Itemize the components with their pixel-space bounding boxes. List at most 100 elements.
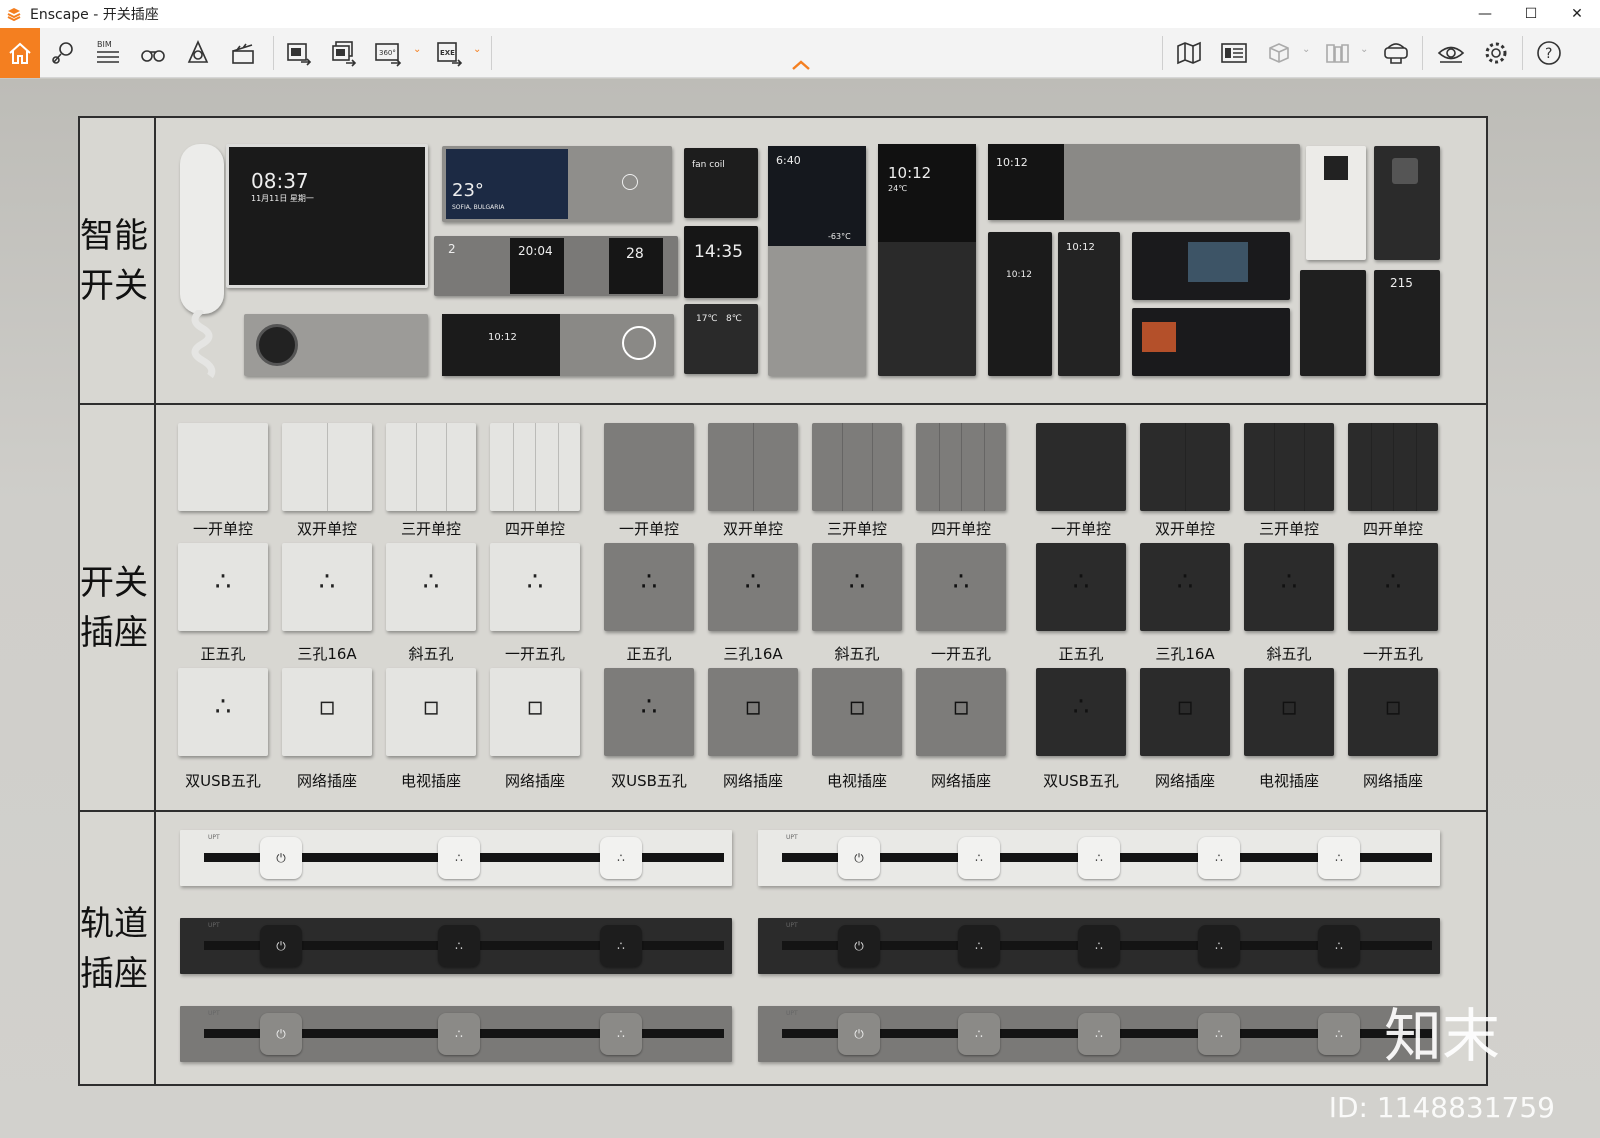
socket-panel: ∴ [1244,543,1334,631]
track-rail: UPT ⏻ ∴ ∴ ∴ ∴ [758,1006,1440,1062]
product-label: 电视插座 [400,772,461,790]
product-label: 网络插座 [930,772,991,790]
product-label: 正五孔 [626,645,672,663]
product-label: 斜五孔 [1266,645,1312,663]
outlet-module: ∴ [1198,837,1240,879]
product-label: 三孔16A [297,645,357,663]
socket-panel: ▫ [812,668,902,756]
night-display-panel: 6:40 -63°C [768,146,866,376]
socket-panel: ∴ [490,543,580,631]
smart-switch-knob-panel [244,314,428,376]
batch-render-button[interactable] [324,34,362,72]
coiled-cord-icon [191,310,216,379]
power-button-module: ⏻ [260,1013,302,1055]
temp-panel: 17℃ 8℃ [684,304,758,374]
outlet-holes-icon: ∴ [214,692,232,722]
location-button[interactable] [44,34,82,72]
svg-text:?: ? [1545,46,1552,62]
maximize-button[interactable]: ☐ [1508,0,1554,28]
minimize-button[interactable]: — [1462,0,1508,28]
tall-display-panel-2: 10:12 [1058,232,1120,376]
outlet-module: ∴ [1198,925,1240,967]
outlet-holes-icon: ∴ [526,567,544,597]
outlet-holes-icon: ▫ [952,692,970,722]
cube-dropdown-chevron-icon[interactable]: ⌄ [1302,44,1314,58]
clock-ring-time: 10:12 [488,332,517,343]
location-pin-icon [52,42,73,64]
home-button[interactable] [0,28,40,78]
outlet-holes-icon: ∴ [640,567,658,597]
intercom-date: 11月11日 星期一 [251,194,314,203]
outlet-holes-icon: ∴ [744,567,762,597]
help-button[interactable]: ? [1530,34,1568,72]
settings-button[interactable] [1477,34,1515,72]
track-rail: UPT ⏻ ∴ ∴ [180,830,732,886]
panorama-button[interactable]: 360° [369,34,407,72]
book-dropdown-chevron-icon[interactable]: ⌄ [1360,44,1372,58]
screenshot-button[interactable] [279,34,317,72]
switch-panel [1140,423,1230,511]
asset-library-icon [1221,43,1247,63]
collapse-toolbar-chevron-icon[interactable] [789,58,813,72]
bim-icon: BIM [97,40,119,63]
weather-temp: 23° [452,180,484,201]
outlet-module: ∴ [600,925,642,967]
rail-tag: UPT [786,834,798,841]
render-viewport[interactable]: 智能开关 开关插座 轨道插座 08:37 11月11日 星期一 23° SOFI… [0,79,1600,1138]
switch-panel [708,423,798,511]
audio-button[interactable] [179,34,217,72]
home-icon [9,42,31,64]
product-label: 正五孔 [1058,645,1104,663]
keypad-display-panel: 215 [1374,270,1440,376]
fan-coil-panel: fan coil [684,148,758,218]
outlet-holes-icon: ∴ [214,567,232,597]
rail-tag: UPT [208,922,220,929]
book-button[interactable] [1318,34,1356,72]
outlet-holes-icon: ∴ [848,567,866,597]
outlet-holes-icon: ∴ [1280,567,1298,597]
product-label: 网络插座 [504,772,565,790]
weather-city: SOFIA, BULGARIA [452,204,505,211]
outlet-holes-icon: ∴ [1384,567,1402,597]
asset-library-button[interactable] [1215,34,1253,72]
product-label: 网络插座 [296,772,357,790]
window-controls: — ☐ ✕ [1462,0,1600,28]
exe-dropdown-chevron-icon[interactable]: ⌄ [473,44,485,58]
switch-panel [812,423,902,511]
outlet-module: ∴ [600,837,642,879]
outlet-module: ∴ [438,837,480,879]
panorama-dropdown-chevron-icon[interactable]: ⌄ [413,44,425,58]
cube-button[interactable] [1260,34,1298,72]
socket-panel: ∴ [1036,543,1126,631]
book-icon [1326,44,1349,63]
exe-export-button[interactable]: EXE [430,34,468,72]
board-divider [80,810,1486,812]
svg-text:EXE: EXE [440,49,455,57]
headset-button[interactable] [1377,34,1415,72]
switch-panel [282,423,372,511]
toolbar-separator [1522,36,1523,70]
switch-panel [386,423,476,511]
batch-export-icon [332,41,357,67]
board-divider [154,118,156,1084]
headset-icon [1384,43,1408,64]
track-rail: UPT ⏻ ∴ ∴ ∴ ∴ [758,918,1440,974]
socket-panel: ▫ [1244,668,1334,756]
title-bar: Enscape - 开关插座 — ☐ ✕ [0,0,1600,28]
map-icon [1177,41,1201,65]
socket-panel: ▫ [490,668,580,756]
help-icon: ? [1537,41,1561,65]
door-station-white [1306,146,1366,260]
outlet-module: ∴ [958,925,1000,967]
screenshot-export-icon [287,43,312,66]
close-button[interactable]: ✕ [1554,0,1600,28]
binoculars-button[interactable] [134,34,172,72]
map-button[interactable] [1170,34,1208,72]
product-label: 三开单控 [826,520,887,538]
video-button[interactable] [224,34,262,72]
product-label: 网络插座 [1154,772,1215,790]
socket-panel: ∴ [386,543,476,631]
visual-settings-button[interactable] [1432,34,1470,72]
bim-button[interactable]: BIM [89,34,127,72]
panorama-360-icon: 360° [375,43,402,67]
